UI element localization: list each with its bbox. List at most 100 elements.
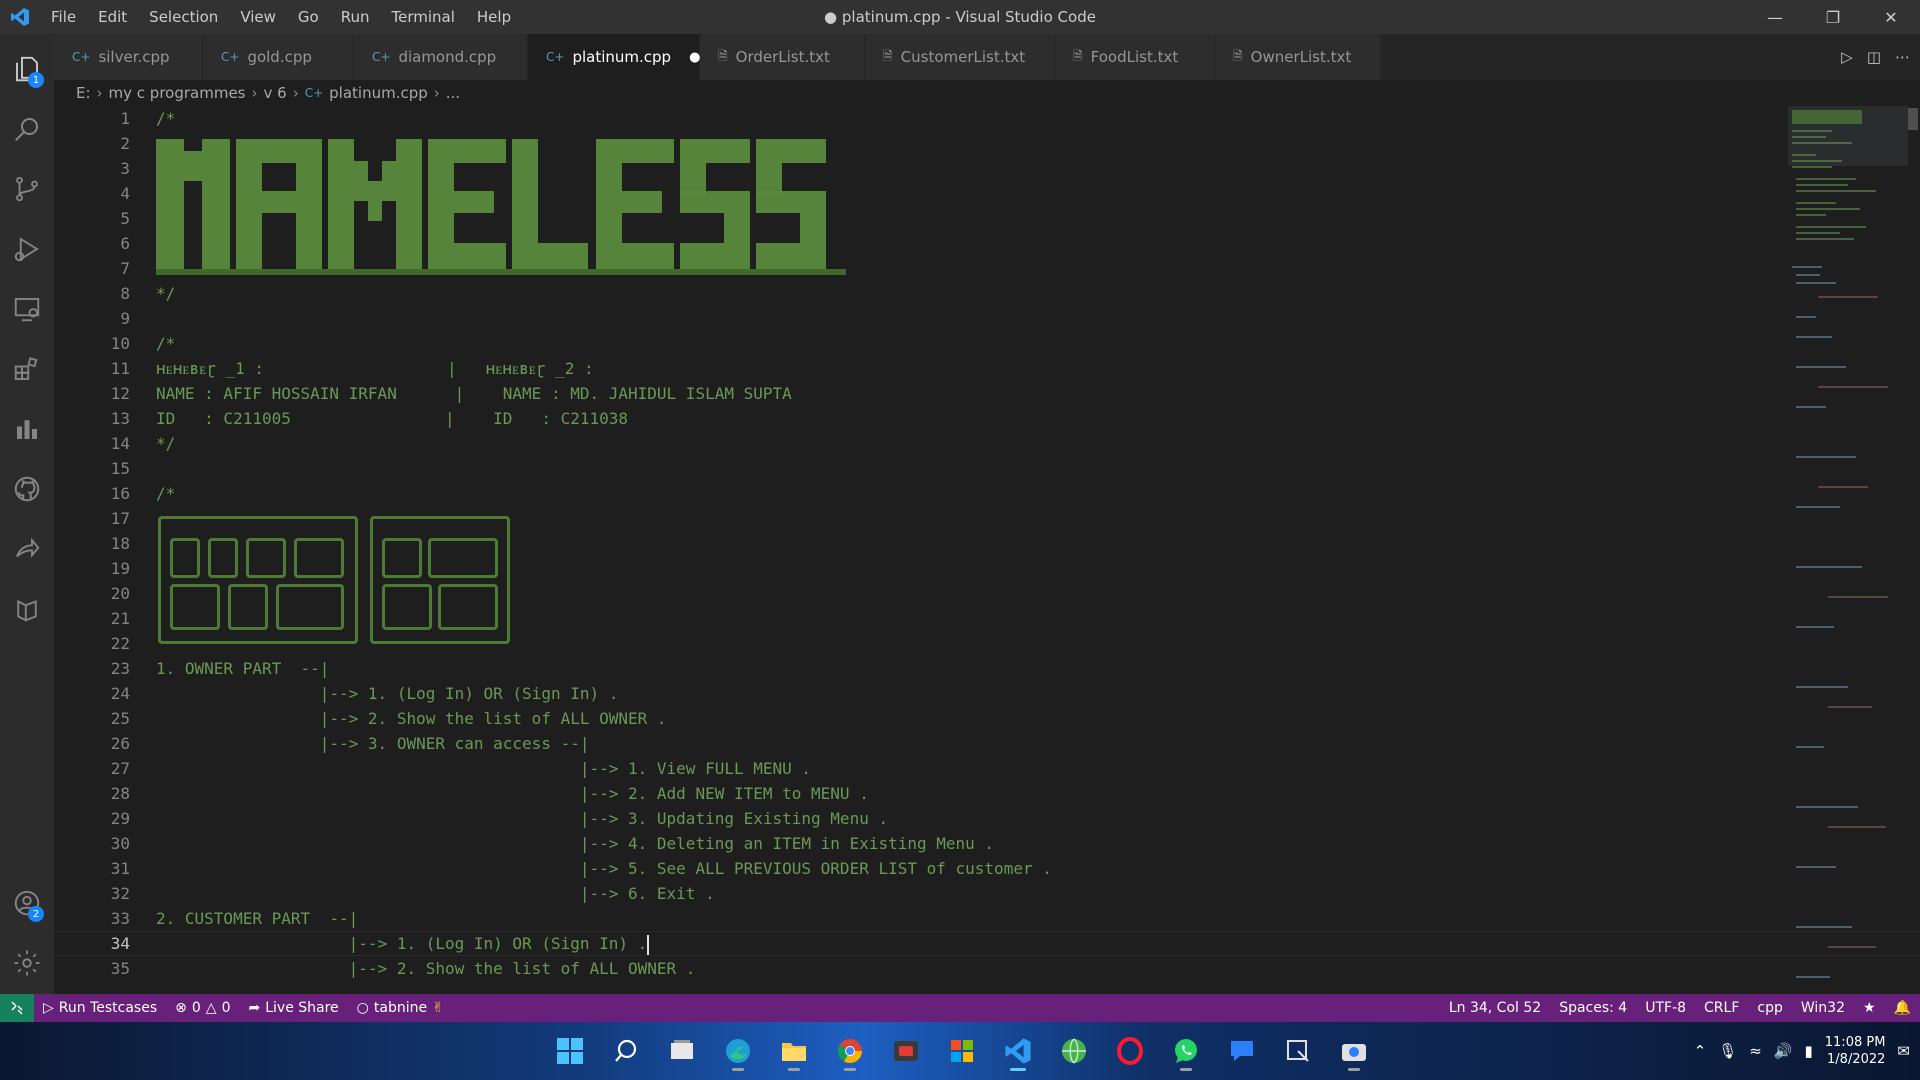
language-mode[interactable]: cpp bbox=[1748, 1000, 1791, 1016]
volume-icon[interactable]: 🔊 bbox=[1774, 1042, 1793, 1060]
code-line[interactable]: |--> 6. Exit . bbox=[156, 881, 1796, 906]
code-line[interactable]: |--> 2. Show the list of ALL OWNER . bbox=[156, 706, 1796, 731]
minimize-button[interactable]: — bbox=[1746, 0, 1804, 34]
cursor-position[interactable]: Ln 34, Col 52 bbox=[1440, 1000, 1550, 1016]
code-line[interactable]: |--> 3. Updating Existing Menu . bbox=[156, 806, 1796, 831]
globe-app-icon[interactable] bbox=[1054, 1031, 1094, 1071]
notification-center-icon[interactable]: ✉ bbox=[1897, 1042, 1910, 1060]
code-line[interactable]: |--> 2. Show the list of ALL OWNER . bbox=[156, 956, 1796, 981]
vertical-scrollbar[interactable] bbox=[1906, 106, 1920, 994]
code-line[interactable]: */ bbox=[156, 281, 1796, 306]
code-line[interactable]: |--> 1. (Log In) OR (Sign In) . bbox=[54, 931, 1920, 956]
tab-ownerlist-txt[interactable]: 🗎 OwnerList.txt bbox=[1215, 34, 1381, 80]
code-line[interactable]: |--> 5. See ALL PREVIOUS ORDER LIST of c… bbox=[156, 856, 1796, 881]
problems-indicator[interactable]: ⊗ 0 △ 0 bbox=[166, 1000, 239, 1016]
menu-run[interactable]: Run bbox=[330, 0, 381, 34]
platform[interactable]: Win32 bbox=[1792, 1000, 1854, 1016]
tab-gold-cpp[interactable]: C+ gold.cpp bbox=[203, 34, 354, 80]
microphone-icon[interactable]: 🎙 bbox=[1718, 1042, 1737, 1060]
chrome-icon[interactable] bbox=[830, 1031, 870, 1071]
breadcrumb-symbol[interactable]: ... bbox=[446, 84, 460, 102]
code-line[interactable]: /* bbox=[156, 331, 1796, 356]
tab-platinum-cpp[interactable]: C+ platinum.cpp ● bbox=[528, 34, 700, 80]
code-line[interactable]: ID : C211005 | ID : C211038 bbox=[156, 406, 1796, 431]
chart-icon[interactable] bbox=[0, 402, 54, 456]
notifications-bell-icon[interactable]: 🔔 bbox=[1885, 1000, 1920, 1016]
code-line[interactable]: |--> 4. Deleting an ITEM in Existing Men… bbox=[156, 831, 1796, 856]
code-editor[interactable]: 1 2 3 4 5 6 7 8 9 10 11 12 13 14 15 16 17 18 19 20 21 22 23 24 2… bbox=[54, 106, 1920, 994]
tab-silver-cpp[interactable]: C+ silver.cpp bbox=[54, 34, 203, 80]
microsoft-store-icon[interactable] bbox=[942, 1031, 982, 1071]
search-icon[interactable] bbox=[606, 1031, 646, 1071]
snipping-tool-icon[interactable] bbox=[1278, 1031, 1318, 1071]
menu-file[interactable]: File bbox=[40, 0, 87, 34]
camera-app-icon[interactable] bbox=[1334, 1031, 1374, 1071]
code-line[interactable] bbox=[156, 456, 1796, 481]
restore-button[interactable]: ❐ bbox=[1804, 0, 1862, 34]
accounts-icon[interactable]: 2 bbox=[0, 876, 54, 930]
breadcrumb-file[interactable]: platinum.cpp bbox=[329, 84, 428, 102]
encoding[interactable]: UTF-8 bbox=[1636, 1000, 1695, 1016]
code-line[interactable]: |--> 1. View FULL MENU . bbox=[156, 756, 1796, 781]
chat-icon[interactable] bbox=[1222, 1031, 1262, 1071]
live-share-button[interactable]: ➦ Live Share bbox=[239, 1000, 347, 1016]
run-code-icon[interactable]: ▷ bbox=[1841, 48, 1853, 66]
more-actions-icon[interactable]: ⋯ bbox=[1895, 48, 1910, 66]
code-line[interactable]: |--> 2. Add NEW ITEM to MENU . bbox=[156, 781, 1796, 806]
docker-icon[interactable] bbox=[0, 582, 54, 636]
live-share-icon[interactable] bbox=[0, 522, 54, 576]
chevron-up-icon[interactable]: ⌃ bbox=[1694, 1042, 1707, 1060]
code-line[interactable]: ʜᴇʜᴇʙᴇɽ _1 : | ʜᴇʜᴇʙᴇɽ _2 : bbox=[156, 356, 1796, 381]
scrollbar-thumb[interactable] bbox=[1908, 108, 1918, 130]
menu-selection[interactable]: Selection bbox=[138, 0, 229, 34]
close-button[interactable]: ✕ bbox=[1862, 0, 1920, 34]
run-debug-icon[interactable] bbox=[0, 222, 54, 276]
opera-icon[interactable] bbox=[1110, 1031, 1150, 1071]
vscode-taskbar-icon[interactable] bbox=[998, 1031, 1038, 1071]
tab-diamond-cpp[interactable]: C+ diamond.cpp bbox=[354, 34, 528, 80]
code-line[interactable]: 2. CUSTOMER PART --| bbox=[156, 906, 1796, 931]
code-line[interactable]: /* bbox=[156, 106, 1796, 131]
menu-help[interactable]: Help bbox=[466, 0, 522, 34]
menu-go[interactable]: Go bbox=[287, 0, 330, 34]
search-icon[interactable] bbox=[0, 102, 54, 156]
code-line[interactable]: */ bbox=[156, 431, 1796, 456]
split-editor-icon[interactable]: ◫ bbox=[1867, 48, 1881, 66]
file-explorer-icon[interactable] bbox=[774, 1031, 814, 1071]
feedback-icon[interactable]: ★ bbox=[1854, 1000, 1885, 1016]
menu-terminal[interactable]: Terminal bbox=[381, 0, 466, 34]
run-testcases-button[interactable]: ▷ Run Testcases bbox=[34, 1000, 166, 1016]
code-line[interactable]: |--> 3. OWNER can access --| bbox=[156, 731, 1796, 756]
github-icon[interactable] bbox=[0, 462, 54, 516]
code-line[interactable]: NAME : AFIF HOSSAIN IRFAN | NAME : MD. J… bbox=[156, 381, 1796, 406]
tab-foodlist-txt[interactable]: 🗎 FoodList.txt bbox=[1055, 34, 1215, 80]
taskbar-clock[interactable]: 11:08 PM 1/8/2022 bbox=[1825, 1034, 1886, 1068]
code-line[interactable]: 1. OWNER PART --| bbox=[156, 656, 1796, 681]
source-control-icon[interactable] bbox=[0, 162, 54, 216]
remote-indicator-icon[interactable] bbox=[0, 994, 34, 1022]
minimap[interactable] bbox=[1788, 106, 1908, 994]
breadcrumb-subfolder[interactable]: v 6 bbox=[264, 84, 287, 102]
extensions-icon[interactable] bbox=[0, 342, 54, 396]
code-line[interactable] bbox=[156, 306, 1796, 331]
end-of-line[interactable]: CRLF bbox=[1695, 1000, 1748, 1016]
edge-browser-icon[interactable] bbox=[718, 1031, 758, 1071]
breadcrumb-folder[interactable]: my c programmes bbox=[109, 84, 246, 102]
menu-view[interactable]: View bbox=[229, 0, 287, 34]
code-line[interactable]: /* bbox=[156, 481, 1796, 506]
task-view-icon[interactable] bbox=[662, 1031, 702, 1071]
tab-customerlist-txt[interactable]: 🗎 CustomerList.txt bbox=[865, 34, 1055, 80]
settings-gear-icon[interactable] bbox=[0, 936, 54, 990]
tabnine-button[interactable]: ○ tabnine ✌ bbox=[348, 1000, 453, 1016]
battery-icon[interactable]: ▮ bbox=[1805, 1042, 1813, 1060]
breadcrumb-drive[interactable]: E: bbox=[76, 84, 91, 102]
unsaved-dot-icon[interactable]: ● bbox=[689, 50, 700, 65]
whatsapp-icon[interactable] bbox=[1166, 1031, 1206, 1071]
indentation[interactable]: Spaces: 4 bbox=[1550, 1000, 1636, 1016]
menu-edit[interactable]: Edit bbox=[87, 0, 138, 34]
explorer-icon[interactable]: 1 bbox=[0, 42, 54, 96]
windows-start-icon[interactable] bbox=[550, 1031, 590, 1071]
code-line[interactable]: |--> 1. (Log In) OR (Sign In) . bbox=[156, 681, 1796, 706]
tab-orderlist-txt[interactable]: 🗎 OrderList.txt bbox=[700, 34, 865, 80]
screen-recorder-icon[interactable] bbox=[886, 1031, 926, 1071]
